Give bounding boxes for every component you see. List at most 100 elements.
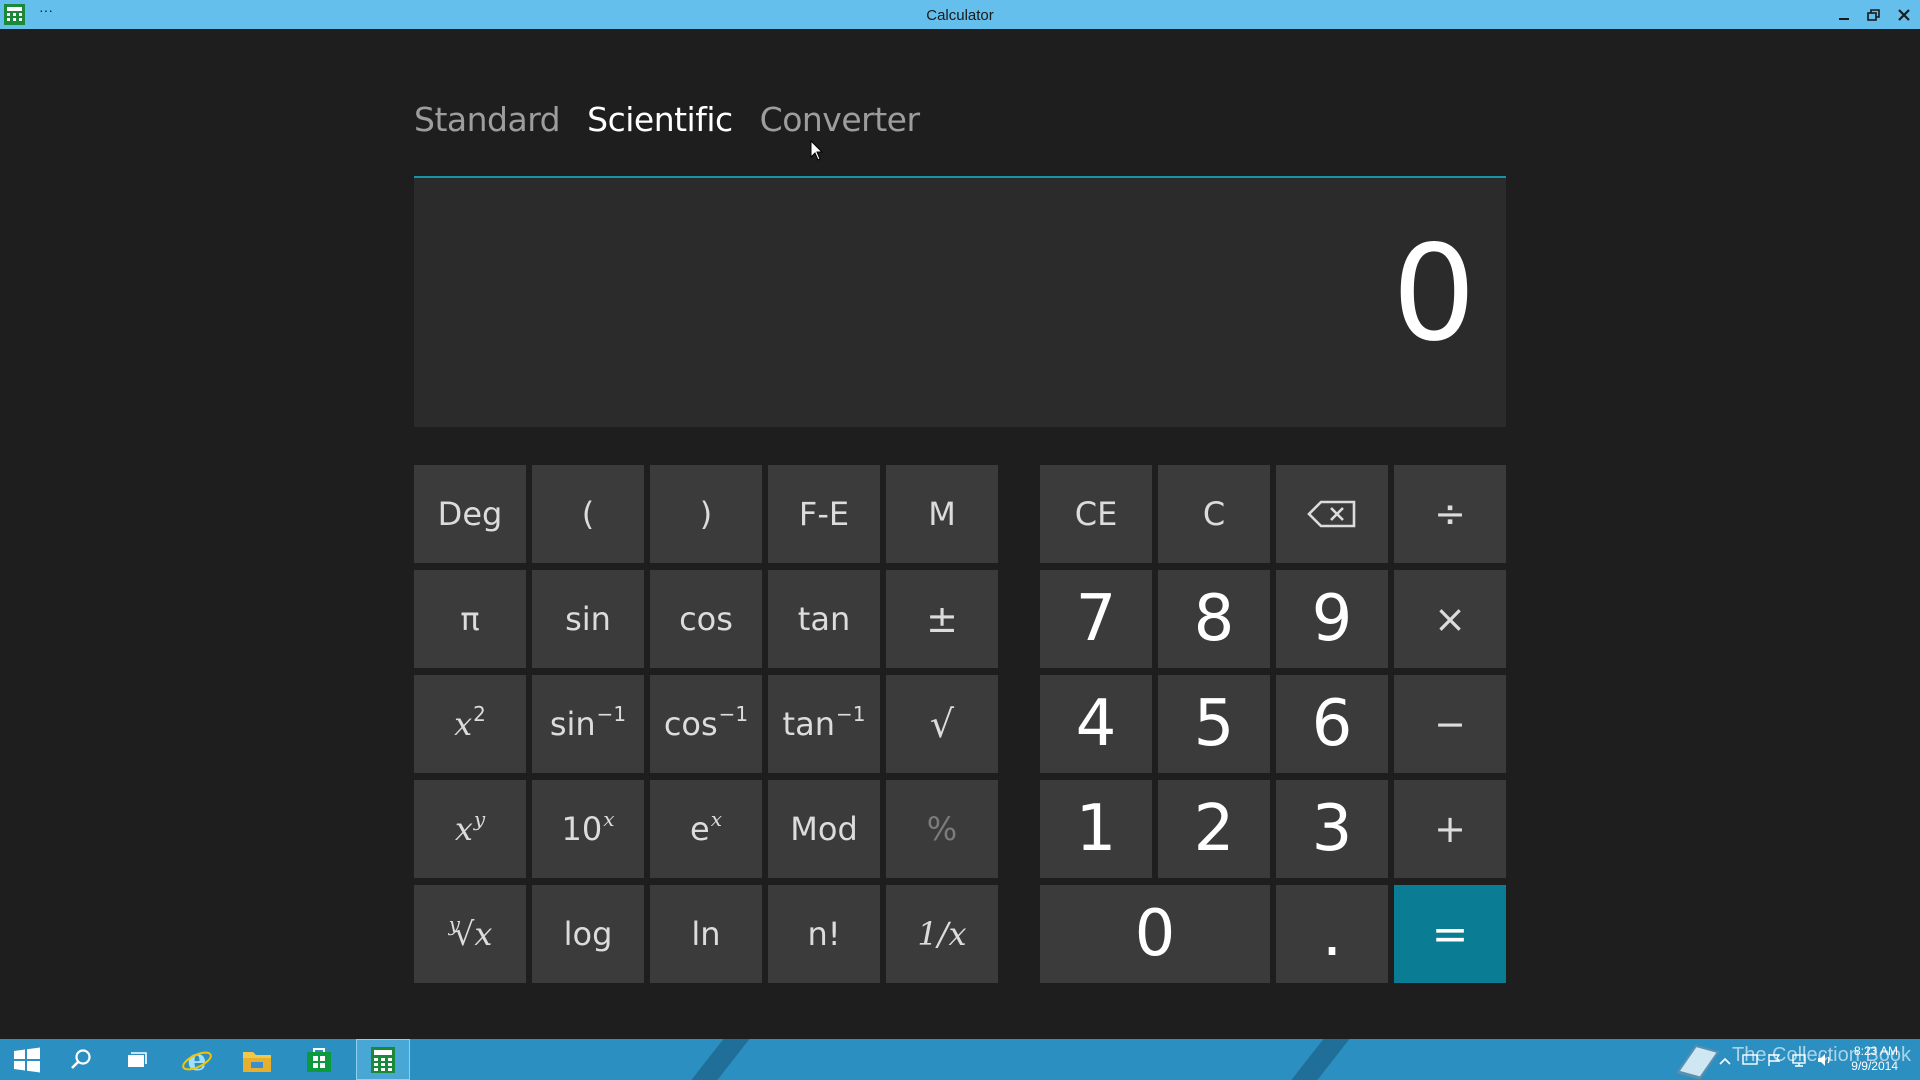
network-icon[interactable] (1790, 1052, 1808, 1068)
clock-time: 8:23 AM (1853, 1044, 1898, 1058)
close-paren-button[interactable]: ) (650, 465, 762, 563)
title-bar: ··· Calculator (0, 0, 1920, 29)
square-button[interactable]: x2 (414, 675, 526, 773)
internet-explorer-button[interactable]: e (170, 1039, 224, 1080)
minimize-button[interactable] (1833, 4, 1855, 26)
percent-button[interactable]: % (886, 780, 998, 878)
multiply-button[interactable]: × (1394, 570, 1506, 668)
digit-6-button[interactable]: 6 (1276, 675, 1388, 773)
search-icon (71, 1048, 91, 1069)
store-button[interactable] (292, 1039, 346, 1080)
result-display: 0 (414, 176, 1506, 427)
subtract-button[interactable]: − (1394, 675, 1506, 773)
taskbar-decoration (1276, 1039, 1350, 1080)
sin-button[interactable]: sin (532, 570, 644, 668)
task-view-icon (128, 1051, 147, 1067)
square-exponent: 2 (473, 702, 486, 726)
nth-root-button[interactable]: y √ x (414, 885, 526, 983)
tab-scientific[interactable]: Scientific (587, 100, 733, 139)
windows-logo-icon (14, 1047, 40, 1072)
exp-exponent: x (710, 807, 722, 831)
mouse-pointer-icon (810, 140, 824, 161)
ten-power-exponent: x (603, 807, 615, 831)
store-icon (307, 1047, 331, 1072)
restore-button[interactable] (1862, 4, 1884, 26)
divide-button[interactable]: ÷ (1394, 465, 1506, 563)
decimal-button[interactable]: . (1276, 885, 1388, 983)
reciprocal-button[interactable]: 1/x (886, 885, 998, 983)
backspace-icon (1307, 500, 1356, 528)
action-center-icon[interactable] (1742, 1053, 1758, 1067)
square-root-button[interactable]: √ (886, 675, 998, 773)
digit-3-button[interactable]: 3 (1276, 780, 1388, 878)
exp-button[interactable]: ex (650, 780, 762, 878)
arccos-base: cos (663, 705, 718, 743)
log-button[interactable]: log (532, 885, 644, 983)
file-explorer-button[interactable] (230, 1039, 284, 1080)
digit-8-button[interactable]: 8 (1158, 570, 1270, 668)
ten-power-button[interactable]: 10 x (532, 780, 644, 878)
tan-button[interactable]: tan (768, 570, 880, 668)
memory-button[interactable]: M (886, 465, 998, 563)
factorial-button[interactable]: n! (768, 885, 880, 983)
start-button[interactable] (0, 1039, 54, 1080)
arctan-exponent: −1 (835, 702, 866, 726)
power-exponent: y (473, 807, 486, 831)
open-paren-button[interactable]: ( (532, 465, 644, 563)
cos-button[interactable]: cos (650, 570, 762, 668)
square-base: x (454, 705, 473, 743)
digit-7-button[interactable]: 7 (1040, 570, 1152, 668)
digit-4-button[interactable]: 4 (1040, 675, 1152, 773)
root-index: y (448, 912, 460, 936)
tab-converter[interactable]: Converter (760, 100, 920, 139)
search-button[interactable] (54, 1039, 108, 1080)
arcsin-base: sin (549, 705, 596, 743)
power-base: x (454, 810, 473, 848)
flag-icon[interactable] (1766, 1053, 1782, 1067)
power-button[interactable]: xy (414, 780, 526, 878)
clear-entry-button[interactable]: CE (1040, 465, 1152, 563)
digit-5-button[interactable]: 5 (1158, 675, 1270, 773)
display-value: 0 (1392, 217, 1476, 371)
svg-text:e: e (187, 1044, 206, 1076)
digit-1-button[interactable]: 1 (1040, 780, 1152, 878)
show-hidden-icons-icon[interactable] (1718, 1055, 1732, 1067)
calculator-taskbar-button[interactable] (356, 1039, 410, 1080)
window-title: Calculator (926, 7, 994, 24)
arccos-exponent: −1 (718, 702, 749, 726)
mod-button[interactable]: Mod (768, 780, 880, 878)
arcsin-button[interactable]: sin −1 (532, 675, 644, 773)
pi-button[interactable]: π (414, 570, 526, 668)
ln-button[interactable]: ln (650, 885, 762, 983)
ten-power-base: 10 (561, 810, 603, 848)
arctan-button[interactable]: tan −1 (768, 675, 880, 773)
arcsin-exponent: −1 (596, 702, 627, 726)
clock[interactable]: 8:23 AM 9/9/2014 (1851, 1044, 1898, 1074)
backspace-button[interactable] (1276, 465, 1388, 563)
taskbar: e The Collection Book 8:23 AM 9/9/2014 (0, 1039, 1920, 1080)
taskbar-decoration (676, 1039, 750, 1080)
root-radicand: x (474, 915, 493, 953)
clear-button[interactable]: C (1158, 465, 1270, 563)
equals-button[interactable]: = (1394, 885, 1506, 983)
digit-0-button[interactable]: 0 (1040, 885, 1270, 983)
minimize-icon (1839, 18, 1849, 20)
digit-9-button[interactable]: 9 (1276, 570, 1388, 668)
mode-tabs: Standard Scientific Converter (414, 100, 947, 139)
volume-icon[interactable] (1816, 1052, 1834, 1068)
clock-date: 9/9/2014 (1851, 1059, 1898, 1073)
digit-2-button[interactable]: 2 (1158, 780, 1270, 878)
plus-minus-button[interactable]: ± (886, 570, 998, 668)
arccos-button[interactable]: cos −1 (650, 675, 762, 773)
tab-standard[interactable]: Standard (414, 100, 561, 139)
restore-icon (1867, 9, 1880, 21)
close-icon (1898, 9, 1910, 21)
close-button[interactable] (1893, 4, 1915, 26)
book-logo-icon (1676, 1044, 1720, 1080)
task-view-button[interactable] (110, 1039, 164, 1080)
fe-button[interactable]: F-E (768, 465, 880, 563)
deg-button[interactable]: Deg (414, 465, 526, 563)
folder-icon (243, 1051, 271, 1072)
add-button[interactable]: + (1394, 780, 1506, 878)
exp-base: e (690, 810, 710, 848)
